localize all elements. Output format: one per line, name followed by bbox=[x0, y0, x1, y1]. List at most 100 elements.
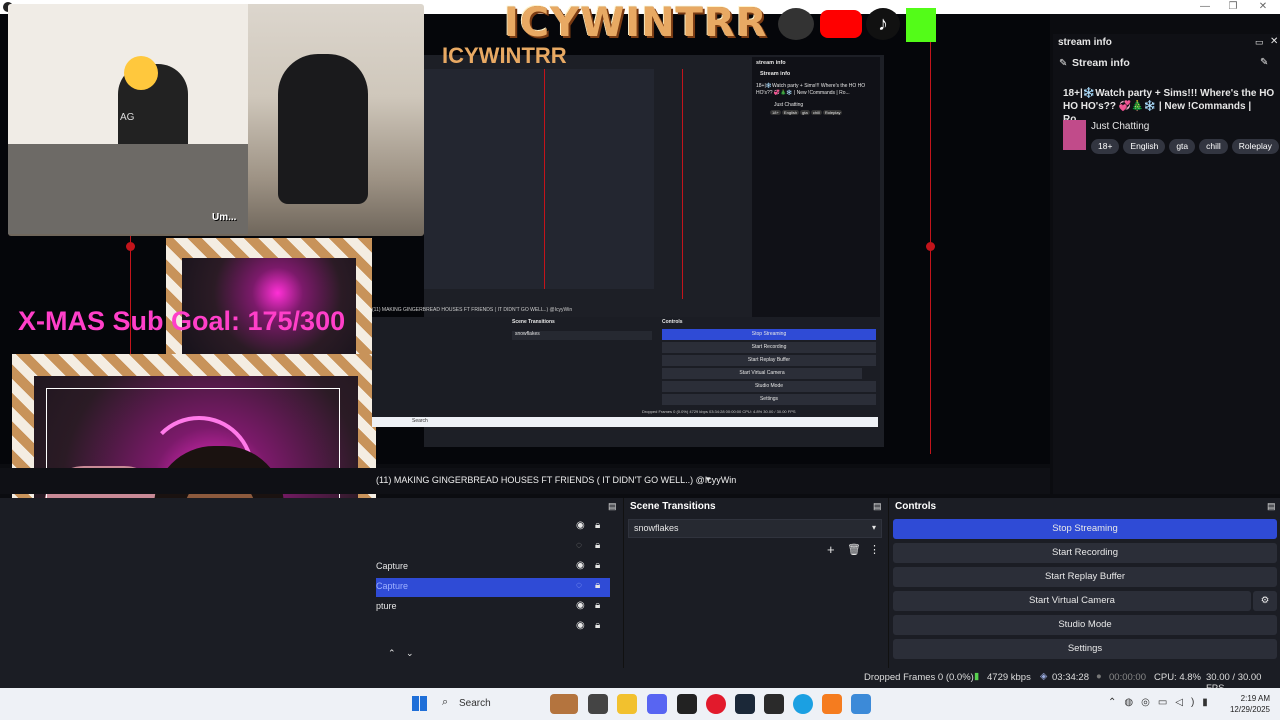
caption-text: Um... bbox=[212, 212, 237, 223]
lock-icon[interactable]: 🔒︎ bbox=[595, 580, 600, 591]
youtube-icon bbox=[820, 10, 862, 38]
panel-menu-icon[interactable]: ▤ bbox=[873, 501, 882, 512]
xbox-icon[interactable] bbox=[764, 694, 784, 714]
taskbar-time: 2:19 AM bbox=[1240, 694, 1270, 703]
source-row[interactable]: pture ◉ 🔒︎ bbox=[376, 598, 610, 617]
taskbar-clock[interactable]: 2:19 AM 12/29/2025 bbox=[1210, 693, 1270, 715]
source-row-selected[interactable]: Capture ◌ 🔒︎ bbox=[376, 578, 610, 597]
nested-transition-select: snowflakes bbox=[512, 331, 652, 340]
start-virtual-camera-button[interactable]: Start Virtual Camera bbox=[893, 591, 1251, 611]
nested-dock: Scene Transitions snowflakes Controls St… bbox=[372, 317, 880, 427]
start-replay-buffer-button[interactable]: Start Replay Buffer bbox=[893, 567, 1277, 587]
windows-start-icon[interactable] bbox=[412, 696, 427, 711]
bag-label: AG bbox=[120, 112, 135, 123]
nested-preview bbox=[424, 69, 654, 289]
nested-taskbar: Search bbox=[372, 417, 878, 427]
nested-dropped-frames: Dropped Frames 0 (0.0%) bbox=[642, 409, 689, 414]
visibility-eye-icon[interactable]: ◉ bbox=[576, 520, 585, 531]
nested-btn-start-recording: Start Recording bbox=[662, 342, 876, 353]
tiktok-icon: ♪ bbox=[866, 8, 900, 40]
undock-icon[interactable]: ▭ bbox=[1255, 37, 1264, 48]
file-explorer-icon[interactable] bbox=[617, 694, 637, 714]
lock-icon[interactable]: 🔒︎ bbox=[595, 520, 600, 531]
visibility-hidden-icon[interactable]: ◌ bbox=[576, 580, 582, 591]
tag-roleplay: Roleplay bbox=[1231, 139, 1279, 154]
visibility-hidden-icon[interactable]: ◌ bbox=[576, 540, 582, 551]
nested-record-time: 00:00:00 bbox=[725, 409, 742, 414]
nested-stream-info: stream info Stream info 18+|❄️Watch part… bbox=[752, 57, 880, 317]
creative-app-icon[interactable] bbox=[822, 694, 842, 714]
transition-select[interactable]: snowflakes ▾ bbox=[628, 519, 882, 538]
add-transition-icon[interactable]: + bbox=[827, 542, 835, 557]
stream-info-window-title: stream info bbox=[1058, 37, 1112, 48]
sources-panel-menu-icon[interactable]: ▤ bbox=[608, 501, 617, 512]
dropped-frames: Dropped Frames 0 (0.0%) bbox=[864, 672, 974, 683]
discord-icon[interactable] bbox=[647, 694, 667, 714]
source-row[interactable]: ◌ 🔒︎ bbox=[376, 538, 610, 557]
browser-icon[interactable] bbox=[793, 694, 813, 714]
tag-chill: chill bbox=[1199, 139, 1228, 154]
taskbar-date: 12/29/2025 bbox=[1229, 705, 1270, 714]
transition-properties-icon[interactable]: ⋮ bbox=[869, 543, 880, 556]
tag-list: 18+ English gta chill Roleplay bbox=[1091, 136, 1280, 154]
lock-icon[interactable]: 🔒︎ bbox=[595, 540, 600, 551]
emoji-icon bbox=[124, 56, 158, 90]
task-view-icon[interactable] bbox=[588, 694, 608, 714]
sources-panel: ▤ ◉ 🔒︎ ◌ 🔒︎ Capture ◉ 🔒︎ Capture ◌ 🔒︎ pt… bbox=[376, 498, 620, 668]
status-bar: Dropped Frames 0 (0.0%) ▮ 4729 kbps ◈ 03… bbox=[0, 668, 1280, 694]
channel-logo: ICYWINTRR bbox=[504, 0, 768, 46]
lock-icon[interactable]: 🔒︎ bbox=[595, 560, 600, 571]
maximize-icon[interactable]: ❐ bbox=[1220, 0, 1246, 14]
system-tray-icons[interactable]: ⌃◍◎▭◁)▮ bbox=[1108, 697, 1216, 708]
nested-category: Just Chatting bbox=[774, 102, 804, 108]
move-down-icon[interactable]: ⌄ bbox=[406, 648, 414, 659]
scene-dropdown-icon[interactable]: ▾ bbox=[706, 474, 711, 485]
panel-menu-icon[interactable]: ▤ bbox=[1267, 501, 1276, 512]
nested-obs-capture: ICYWINTRR stream info Stream info 18+|❄️… bbox=[372, 43, 884, 447]
start-recording-button[interactable]: Start Recording bbox=[893, 543, 1277, 563]
source-label: Capture bbox=[376, 561, 409, 571]
record-icon: ● bbox=[1096, 671, 1102, 682]
visibility-eye-icon[interactable]: ◉ bbox=[576, 600, 585, 611]
nested-taskbar-search: Search bbox=[412, 418, 428, 424]
taskbar-search[interactable]: Search bbox=[459, 698, 491, 709]
app-icon[interactable] bbox=[677, 694, 697, 714]
source-row[interactable]: ◉ 🔒︎ bbox=[376, 618, 610, 637]
opera-icon[interactable] bbox=[706, 694, 726, 714]
nested-stream-info-title: stream info bbox=[756, 60, 786, 66]
close-icon[interactable]: ✕ bbox=[1250, 0, 1276, 14]
photos-icon[interactable] bbox=[851, 694, 871, 714]
close-panel-icon[interactable]: ✕ bbox=[1270, 36, 1278, 47]
studio-mode-button[interactable]: Studio Mode bbox=[893, 615, 1277, 635]
settings-button[interactable]: Settings bbox=[893, 639, 1277, 659]
nested-controls-title: Controls bbox=[662, 319, 683, 325]
nested-cpu: CPU: 4.8% bbox=[742, 409, 763, 414]
dock-area: ▤ ◉ 🔒︎ ◌ 🔒︎ Capture ◉ 🔒︎ Capture ◌ 🔒︎ pt… bbox=[0, 498, 1280, 668]
stream-info-panel: stream info ▭ ✕ ✎ Stream info ✎ 18+|❄️Wa… bbox=[1053, 34, 1280, 494]
lock-icon[interactable]: 🔒︎ bbox=[595, 620, 600, 631]
category-name: Just Chatting bbox=[1091, 121, 1150, 132]
nested-stream-info-header: Stream info bbox=[760, 71, 791, 77]
virtual-camera-settings-gear-icon[interactable]: ⚙ bbox=[1253, 591, 1277, 611]
remove-transition-icon[interactable]: 🗑︎ bbox=[847, 543, 861, 556]
source-row[interactable]: Capture ◉ 🔒︎ bbox=[376, 558, 610, 577]
source-row[interactable]: ◉ 🔒︎ bbox=[376, 518, 610, 537]
lock-icon[interactable]: 🔒︎ bbox=[595, 600, 600, 611]
edit-icon[interactable]: ✎ bbox=[1260, 57, 1268, 68]
visibility-eye-icon[interactable]: ◉ bbox=[576, 620, 585, 631]
visibility-eye-icon[interactable]: ◉ bbox=[576, 560, 585, 571]
steam-icon[interactable] bbox=[735, 694, 755, 714]
move-up-icon[interactable]: ⌃ bbox=[388, 648, 396, 659]
minimize-icon[interactable]: — bbox=[1192, 0, 1218, 14]
source-label: pture bbox=[376, 601, 397, 611]
category-box-art bbox=[1063, 120, 1086, 150]
signal-bars-icon: ▮ bbox=[974, 671, 980, 682]
transition-select-value: snowflakes bbox=[634, 523, 679, 533]
nested-btn-settings: Settings bbox=[662, 394, 876, 405]
nested-scene-name: (11) MAKING GINGERBREAD HOUSES FT FRIEND… bbox=[372, 307, 573, 313]
nested-btn-replay-buffer: Start Replay Buffer bbox=[662, 355, 876, 366]
stop-streaming-button[interactable]: Stop Streaming bbox=[893, 519, 1277, 539]
scene-name[interactable]: (11) MAKING GINGERBREAD HOUSES FT FRIEND… bbox=[376, 475, 736, 485]
gingerbread-taskbar-icon[interactable] bbox=[550, 694, 578, 714]
search-icon[interactable]: ⌕ bbox=[442, 696, 448, 709]
